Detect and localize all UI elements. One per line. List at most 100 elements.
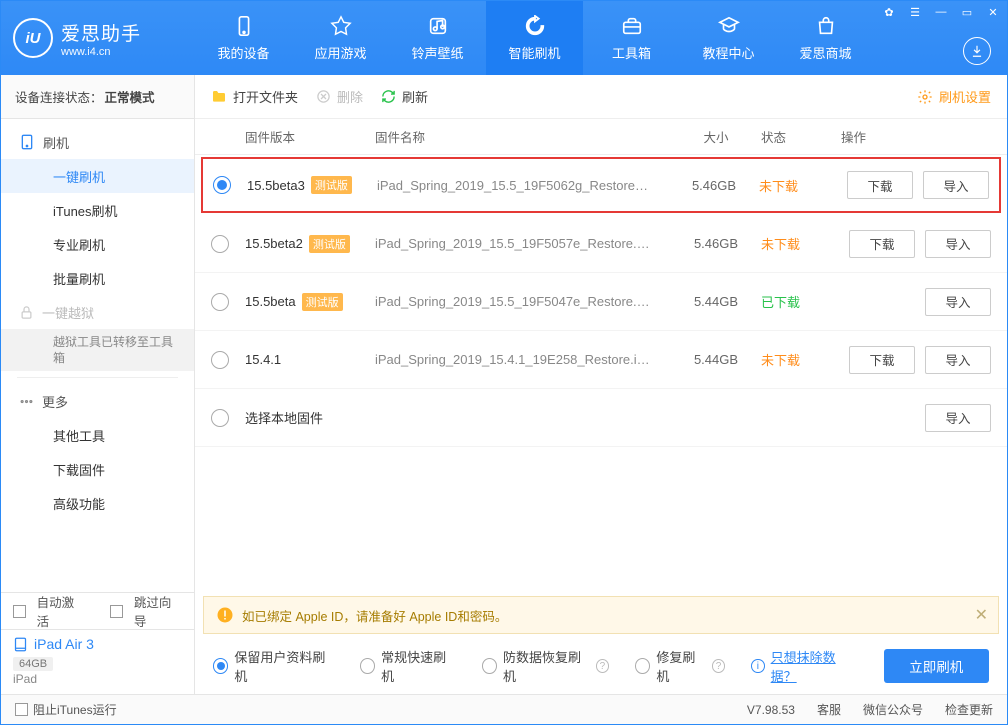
firmware-row[interactable]: 15.5beta测试版iPad_Spring_2019_15.5_19F5047… (195, 273, 1007, 331)
sidebar-item[interactable]: 专业刷机 (1, 227, 194, 261)
refresh-button[interactable]: 刷新 (381, 87, 428, 106)
status-cell: 未下载 (761, 234, 841, 253)
skip-guide-checkbox[interactable] (110, 605, 123, 618)
block-itunes-checkbox[interactable] (15, 703, 28, 716)
download-button[interactable]: 下载 (849, 346, 915, 374)
download-indicator-icon[interactable] (963, 37, 991, 65)
size-cell: 5.44GB (671, 294, 761, 309)
nav-tab-ring[interactable]: 铃声壁纸 (389, 1, 486, 75)
sidebar-item[interactable]: 批量刷机 (1, 261, 194, 295)
sidebar-cat-jailbreak: 一键越狱 (1, 295, 194, 329)
maximize-icon[interactable]: ▭ (957, 3, 977, 21)
import-button[interactable]: 导入 (923, 171, 989, 199)
device-icon (233, 15, 255, 37)
flash-mode-option[interactable]: 保留用户资料刷机 (213, 647, 334, 685)
mode-radio[interactable] (360, 658, 375, 674)
close-warning-icon[interactable]: ✕ (975, 605, 988, 625)
download-button[interactable]: 下载 (849, 230, 915, 258)
nav-label479c: 教程中心 (702, 43, 754, 62)
download-button[interactable]: 下载 (847, 171, 913, 199)
status-cell: 未下载 (761, 350, 841, 369)
mode-radio[interactable] (482, 658, 497, 674)
select-radio[interactable] (213, 176, 231, 194)
flash-mode-option[interactable]: 防数据恢复刷机? (482, 647, 609, 685)
firmware-row-local[interactable]: 选择本地固件 导入 (195, 389, 1007, 447)
nav-label479c: 爱思商城 (799, 43, 851, 62)
select-radio[interactable] (211, 293, 229, 311)
refresh-icon (381, 89, 396, 104)
sidebar-item[interactable]: 一键刷机 (1, 159, 194, 193)
select-radio[interactable] (211, 351, 229, 369)
support-link[interactable]: 客服 (817, 701, 841, 718)
import-button[interactable]: 导入 (925, 346, 991, 374)
nav-tab-mall[interactable]: 爱思商城 (777, 1, 874, 75)
import-button[interactable]: 导入 (925, 288, 991, 316)
erase-link[interactable]: 只想抹除数据？ (771, 647, 858, 685)
mode-radio[interactable] (635, 658, 650, 674)
import-button[interactable]: 导入 (925, 230, 991, 258)
lock-icon (19, 305, 34, 320)
nav-tab-tutorial[interactable]: 教程中心 (680, 1, 777, 75)
nav-label479c: 铃声壁纸 (411, 43, 463, 62)
auto-activate-label: 自动激活 (37, 592, 85, 630)
sidebar: 设备连接状态：正常模式 刷机 一键刷机iTunes刷机专业刷机批量刷机 一键越狱… (1, 75, 195, 694)
connected-device[interactable]: iPad Air 3 64GB iPad (1, 629, 194, 694)
help-icon[interactable]: ? (596, 659, 609, 673)
storage-badge: 64GB (13, 657, 53, 671)
beta-badge: 测试版 (309, 235, 350, 253)
info-icon[interactable]: i (751, 659, 764, 673)
mode-radio[interactable] (213, 658, 228, 674)
nav-label479c: 我的设备 (217, 43, 269, 62)
gear-icon (917, 89, 933, 105)
firmware-row[interactable]: 15.5beta3测试版iPad_Spring_2019_15.5_19F506… (201, 157, 1001, 213)
size-cell: 5.44GB (671, 352, 761, 367)
sidebar-cat-more[interactable]: 更多 (1, 384, 194, 418)
sidebar-cat-flash[interactable]: 刷机 (1, 125, 194, 159)
firmware-row[interactable]: 15.5beta2测试版iPad_Spring_2019_15.5_19F505… (195, 215, 1007, 273)
more-icon (19, 394, 34, 409)
nav-tab-apps[interactable]: 应用游戏 (292, 1, 389, 75)
wechat-link[interactable]: 微信公众号 (863, 701, 923, 718)
sidebar-item[interactable]: iTunes刷机 (1, 193, 194, 227)
open-folder-button[interactable]: 打开文件夹 (211, 87, 298, 106)
delete-button: 删除 (316, 87, 363, 106)
sidebar-item[interactable]: 下载固件 (1, 452, 194, 486)
ipad-icon (13, 637, 28, 652)
sidebar-item[interactable]: 高级功能 (1, 486, 194, 520)
version-cell: 15.4.1 (245, 352, 375, 367)
version-cell: 15.5beta3测试版 (247, 176, 377, 194)
nav-tab-toolbox[interactable]: 工具箱 (583, 1, 680, 75)
flash-mode-option[interactable]: 修复刷机? (635, 647, 725, 685)
filename-cell: iPad_Spring_2019_15.4.1_19E258_Restore.i… (375, 352, 671, 367)
beta-badge: 测试版 (302, 293, 343, 311)
auto-activate-checkbox[interactable] (13, 605, 26, 618)
nav-tab-flash[interactable]: 智能刷机 (486, 1, 583, 75)
mall-icon (815, 15, 837, 37)
skin-icon[interactable]: ✿ (879, 3, 899, 21)
version-label: V7.98.53 (747, 703, 795, 717)
beta-badge: 测试版 (311, 176, 352, 194)
skip-guide-label: 跳过向导 (134, 592, 182, 630)
brand-name: 爱思助手 (61, 19, 141, 46)
flash-icon (524, 15, 546, 37)
ring-icon (427, 15, 449, 37)
filename-cell: iPad_Spring_2019_15.5_19F5057e_Restore.i… (375, 236, 671, 251)
select-radio[interactable] (211, 409, 229, 427)
sidebar-item[interactable]: 其他工具 (1, 418, 194, 452)
import-button[interactable]: 导入 (925, 404, 991, 432)
nav-tab-device[interactable]: 我的设备 (195, 1, 292, 75)
apps-icon (330, 15, 352, 37)
menu-icon[interactable]: ☰ (905, 3, 925, 21)
logo-area: iU 爱思助手 www.i4.cn (1, 1, 195, 75)
flash-now-button[interactable]: 立即刷机 (884, 649, 989, 683)
select-local-label: 选择本地固件 (245, 408, 671, 427)
flash-settings-button[interactable]: 刷机设置 (917, 87, 991, 106)
firmware-row[interactable]: 15.4.1iPad_Spring_2019_15.4.1_19E258_Res… (195, 331, 1007, 389)
minimize-icon[interactable]: — (931, 3, 951, 21)
help-icon[interactable]: ? (712, 659, 725, 673)
check-update-link[interactable]: 检查更新 (945, 701, 993, 718)
select-radio[interactable] (211, 235, 229, 253)
close-icon[interactable]: ✕ (983, 3, 1003, 21)
warning-bar: 如已绑定 Apple ID，请准备好 Apple ID和密码。 ✕ (203, 596, 999, 634)
flash-mode-option[interactable]: 常规快速刷机 (360, 647, 456, 685)
